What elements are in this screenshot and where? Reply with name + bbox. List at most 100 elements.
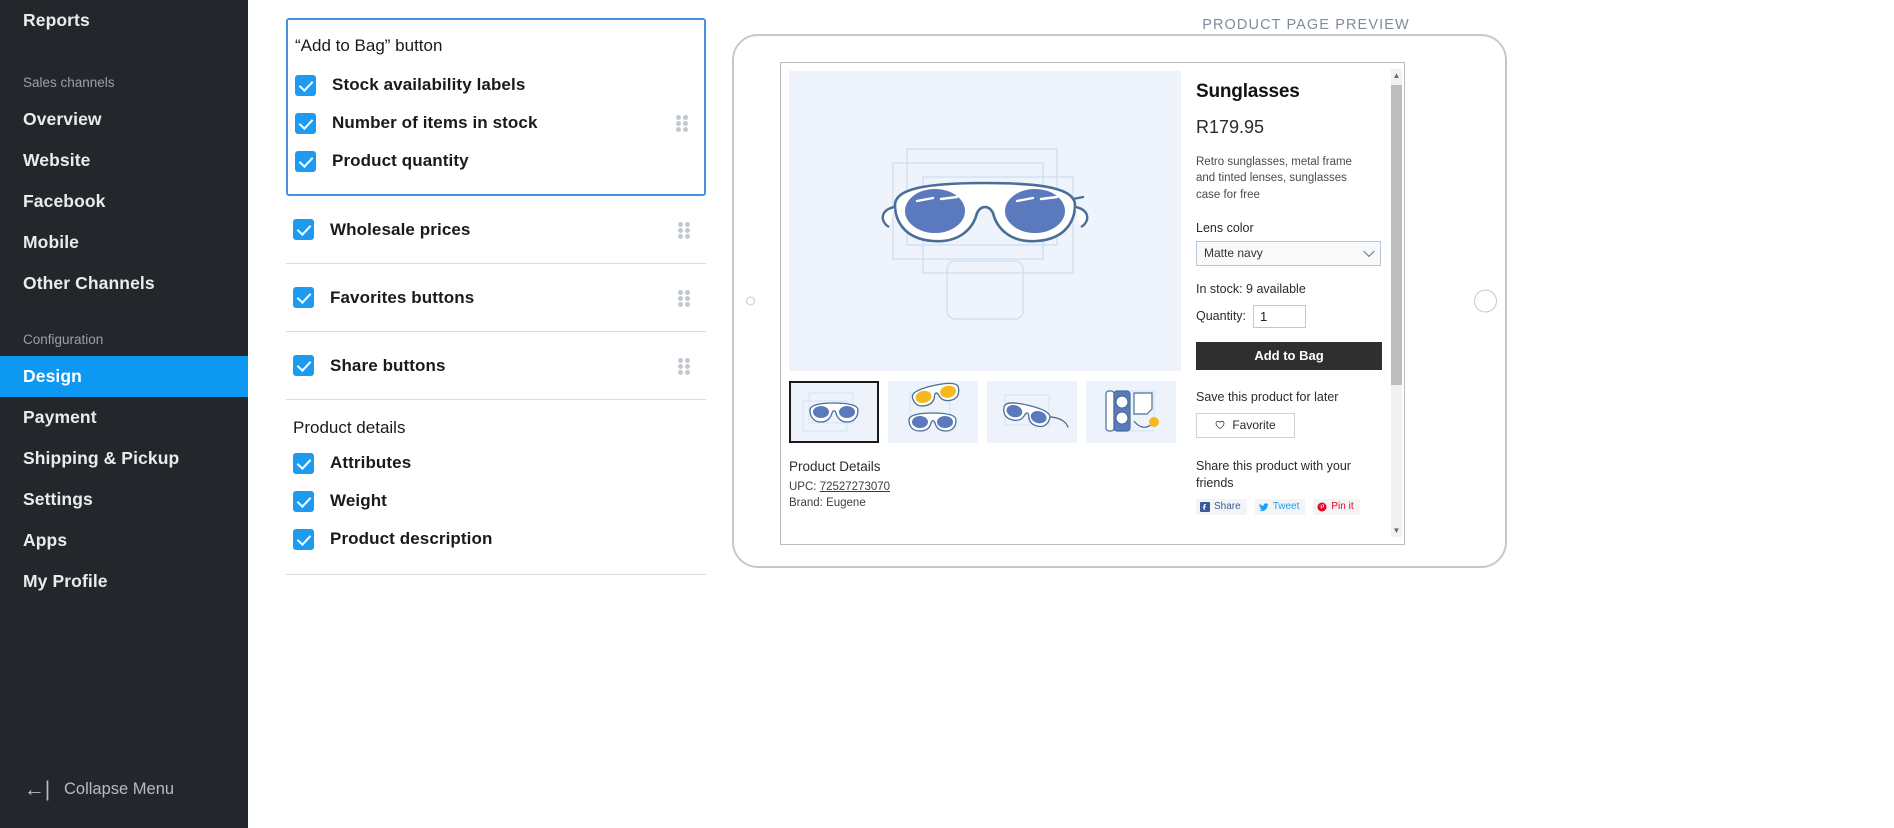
sidebar: Reports Sales channels Overview Website …	[0, 0, 248, 828]
share-facebook-button[interactable]: Share	[1196, 498, 1247, 515]
option-stock-availability-labels[interactable]: Stock availability labels	[288, 66, 704, 104]
arrow-left-bar-icon: ←|	[23, 777, 51, 801]
tablet-frame: Product Details UPC: 72527273070 Brand: …	[732, 34, 1507, 568]
pinterest-icon	[1317, 502, 1327, 512]
group-title: “Add to Bag” button	[295, 36, 443, 55]
checkbox-number-of-items-in-stock[interactable]	[295, 112, 316, 134]
hero-product-image[interactable]	[789, 71, 1181, 371]
checkbox-attributes[interactable]	[293, 452, 314, 474]
thumbnail-strip	[789, 381, 1182, 443]
share-twitter-button[interactable]: Tweet	[1254, 498, 1306, 515]
option-label: Favorites buttons	[330, 287, 475, 307]
drag-handle-icon[interactable]	[676, 115, 692, 132]
sidebar-item-facebook[interactable]: Facebook	[0, 181, 248, 222]
option-label: Product description	[330, 529, 493, 548]
facebook-icon	[1200, 501, 1210, 512]
product-info-panel: Sunglasses R179.95 Retro sunglasses, met…	[1182, 63, 1404, 544]
sidebar-item-label: Shipping & Pickup	[23, 448, 180, 468]
twitter-icon	[1258, 503, 1269, 511]
favorite-button[interactable]: Favorite	[1196, 412, 1295, 438]
sidebar-item-label: Settings	[23, 489, 93, 509]
checkbox-product-quantity[interactable]	[295, 150, 316, 172]
sidebar-item-label: Facebook	[23, 191, 106, 211]
checkbox-stock-availability-labels[interactable]	[295, 74, 316, 96]
option-share-buttons[interactable]: Share buttons	[286, 332, 706, 400]
sidebar-item-mobile[interactable]: Mobile	[0, 222, 248, 263]
option-wholesale-prices[interactable]: Wholesale prices	[286, 196, 706, 264]
sidebar-item-settings[interactable]: Settings	[0, 479, 248, 520]
add-to-bag-group: “Add to Bag” button Stock availability l…	[286, 18, 706, 196]
option-label: Share buttons	[330, 355, 446, 375]
sidebar-item-website[interactable]: Website	[0, 140, 248, 181]
product-details-options: Attributes Weight Product description	[286, 444, 706, 575]
option-attributes[interactable]: Attributes	[286, 444, 706, 482]
quantity-label: Quantity:	[1196, 309, 1247, 324]
sidebar-item-apps[interactable]: Apps	[0, 520, 248, 561]
sidebar-item-my-profile[interactable]: My Profile	[0, 561, 248, 602]
option-label: Product quantity	[332, 151, 469, 170]
thumbnail-image	[908, 382, 960, 432]
thumbnail-image	[1105, 390, 1159, 432]
sidebar-item-overview[interactable]: Overview	[0, 99, 248, 140]
sidebar-item-other-channels[interactable]: Other Channels	[0, 263, 248, 304]
sidebar-item-payment[interactable]: Payment	[0, 397, 248, 438]
sunglasses-illustration	[881, 148, 1089, 320]
share-pinterest-label: Pin it	[1331, 501, 1354, 513]
sidebar-item-shipping-pickup[interactable]: Shipping & Pickup	[0, 438, 248, 479]
sidebar-item-label: Apps	[23, 530, 68, 550]
tablet-screen: Product Details UPC: 72527273070 Brand: …	[780, 62, 1405, 545]
drag-handle-icon[interactable]	[678, 357, 694, 375]
drag-handle-icon[interactable]	[678, 221, 694, 239]
upc-value-link[interactable]: 72527273070	[820, 481, 890, 493]
checkbox-product-description[interactable]	[293, 528, 314, 550]
checkbox-wholesale-prices[interactable]	[293, 219, 314, 240]
lens-color-value: Matte navy	[1204, 246, 1263, 261]
checkbox-share-buttons[interactable]	[293, 355, 314, 376]
checkbox-favorites-buttons[interactable]	[293, 287, 314, 308]
scrollbar-thumb[interactable]	[1391, 85, 1402, 385]
sidebar-item-design[interactable]: Design	[0, 356, 248, 397]
pair-stacked-thumbnail[interactable]	[888, 381, 978, 443]
product-details-title: Product Details	[789, 459, 881, 474]
share-text: Share this product with your friends	[1196, 458, 1351, 490]
product-description: Retro sunglasses, metal frame and tinted…	[1196, 156, 1352, 201]
option-label: Attributes	[330, 453, 412, 472]
tablet-home-button-icon	[1474, 289, 1497, 313]
preview-scrollbar[interactable]: ▲ ▼	[1391, 69, 1402, 537]
option-weight[interactable]: Weight	[286, 482, 706, 520]
option-favorites-buttons[interactable]: Favorites buttons	[286, 264, 706, 332]
heart-icon	[1215, 421, 1225, 430]
product-page-preview: PRODUCT PAGE PREVIEW Product Details UPC…	[718, 0, 1894, 828]
drag-handle-icon[interactable]	[678, 289, 694, 307]
scroll-up-icon[interactable]: ▲	[1391, 69, 1402, 82]
checkbox-weight[interactable]	[293, 490, 314, 512]
favorite-label: Favorite	[1232, 418, 1276, 433]
tablet-camera-icon	[746, 296, 755, 306]
collapse-menu-button[interactable]: ←| Collapse Menu	[0, 750, 248, 828]
sidebar-item-reports[interactable]: Reports	[0, 0, 248, 41]
chevron-down-icon	[1363, 246, 1375, 258]
lens-color-label: Lens color	[1196, 220, 1254, 235]
option-label: Weight	[330, 491, 387, 510]
save-for-later-text: Save this product for later	[1196, 389, 1339, 404]
thumbnail-image	[1003, 394, 1069, 428]
product-details-block: Product Details UPC: 72527273070 Brand: …	[789, 459, 1182, 509]
angled-view-thumbnail[interactable]	[987, 381, 1077, 443]
quantity-input[interactable]	[1253, 304, 1307, 328]
option-number-of-items-in-stock[interactable]: Number of items in stock	[288, 104, 704, 142]
sidebar-section-label: Configuration	[23, 331, 104, 347]
sidebar-item-label: Reports	[23, 10, 90, 30]
sidebar-item-label: Other Channels	[23, 273, 155, 293]
lens-color-select[interactable]: Matte navy	[1196, 240, 1381, 266]
product-gallery: Product Details UPC: 72527273070 Brand: …	[781, 63, 1182, 544]
preview-title: PRODUCT PAGE PREVIEW	[1202, 17, 1410, 33]
option-product-quantity[interactable]: Product quantity	[288, 142, 704, 180]
front-view-thumbnail[interactable]	[789, 381, 879, 443]
add-to-bag-button[interactable]: Add to Bag	[1196, 341, 1382, 370]
option-product-description[interactable]: Product description	[286, 520, 706, 558]
case-thumbnail[interactable]	[1086, 381, 1176, 443]
share-pinterest-button[interactable]: Pin it	[1313, 498, 1360, 515]
scroll-down-icon[interactable]: ▼	[1391, 524, 1402, 537]
sidebar-section-sales-channels: Sales channels	[0, 65, 248, 99]
